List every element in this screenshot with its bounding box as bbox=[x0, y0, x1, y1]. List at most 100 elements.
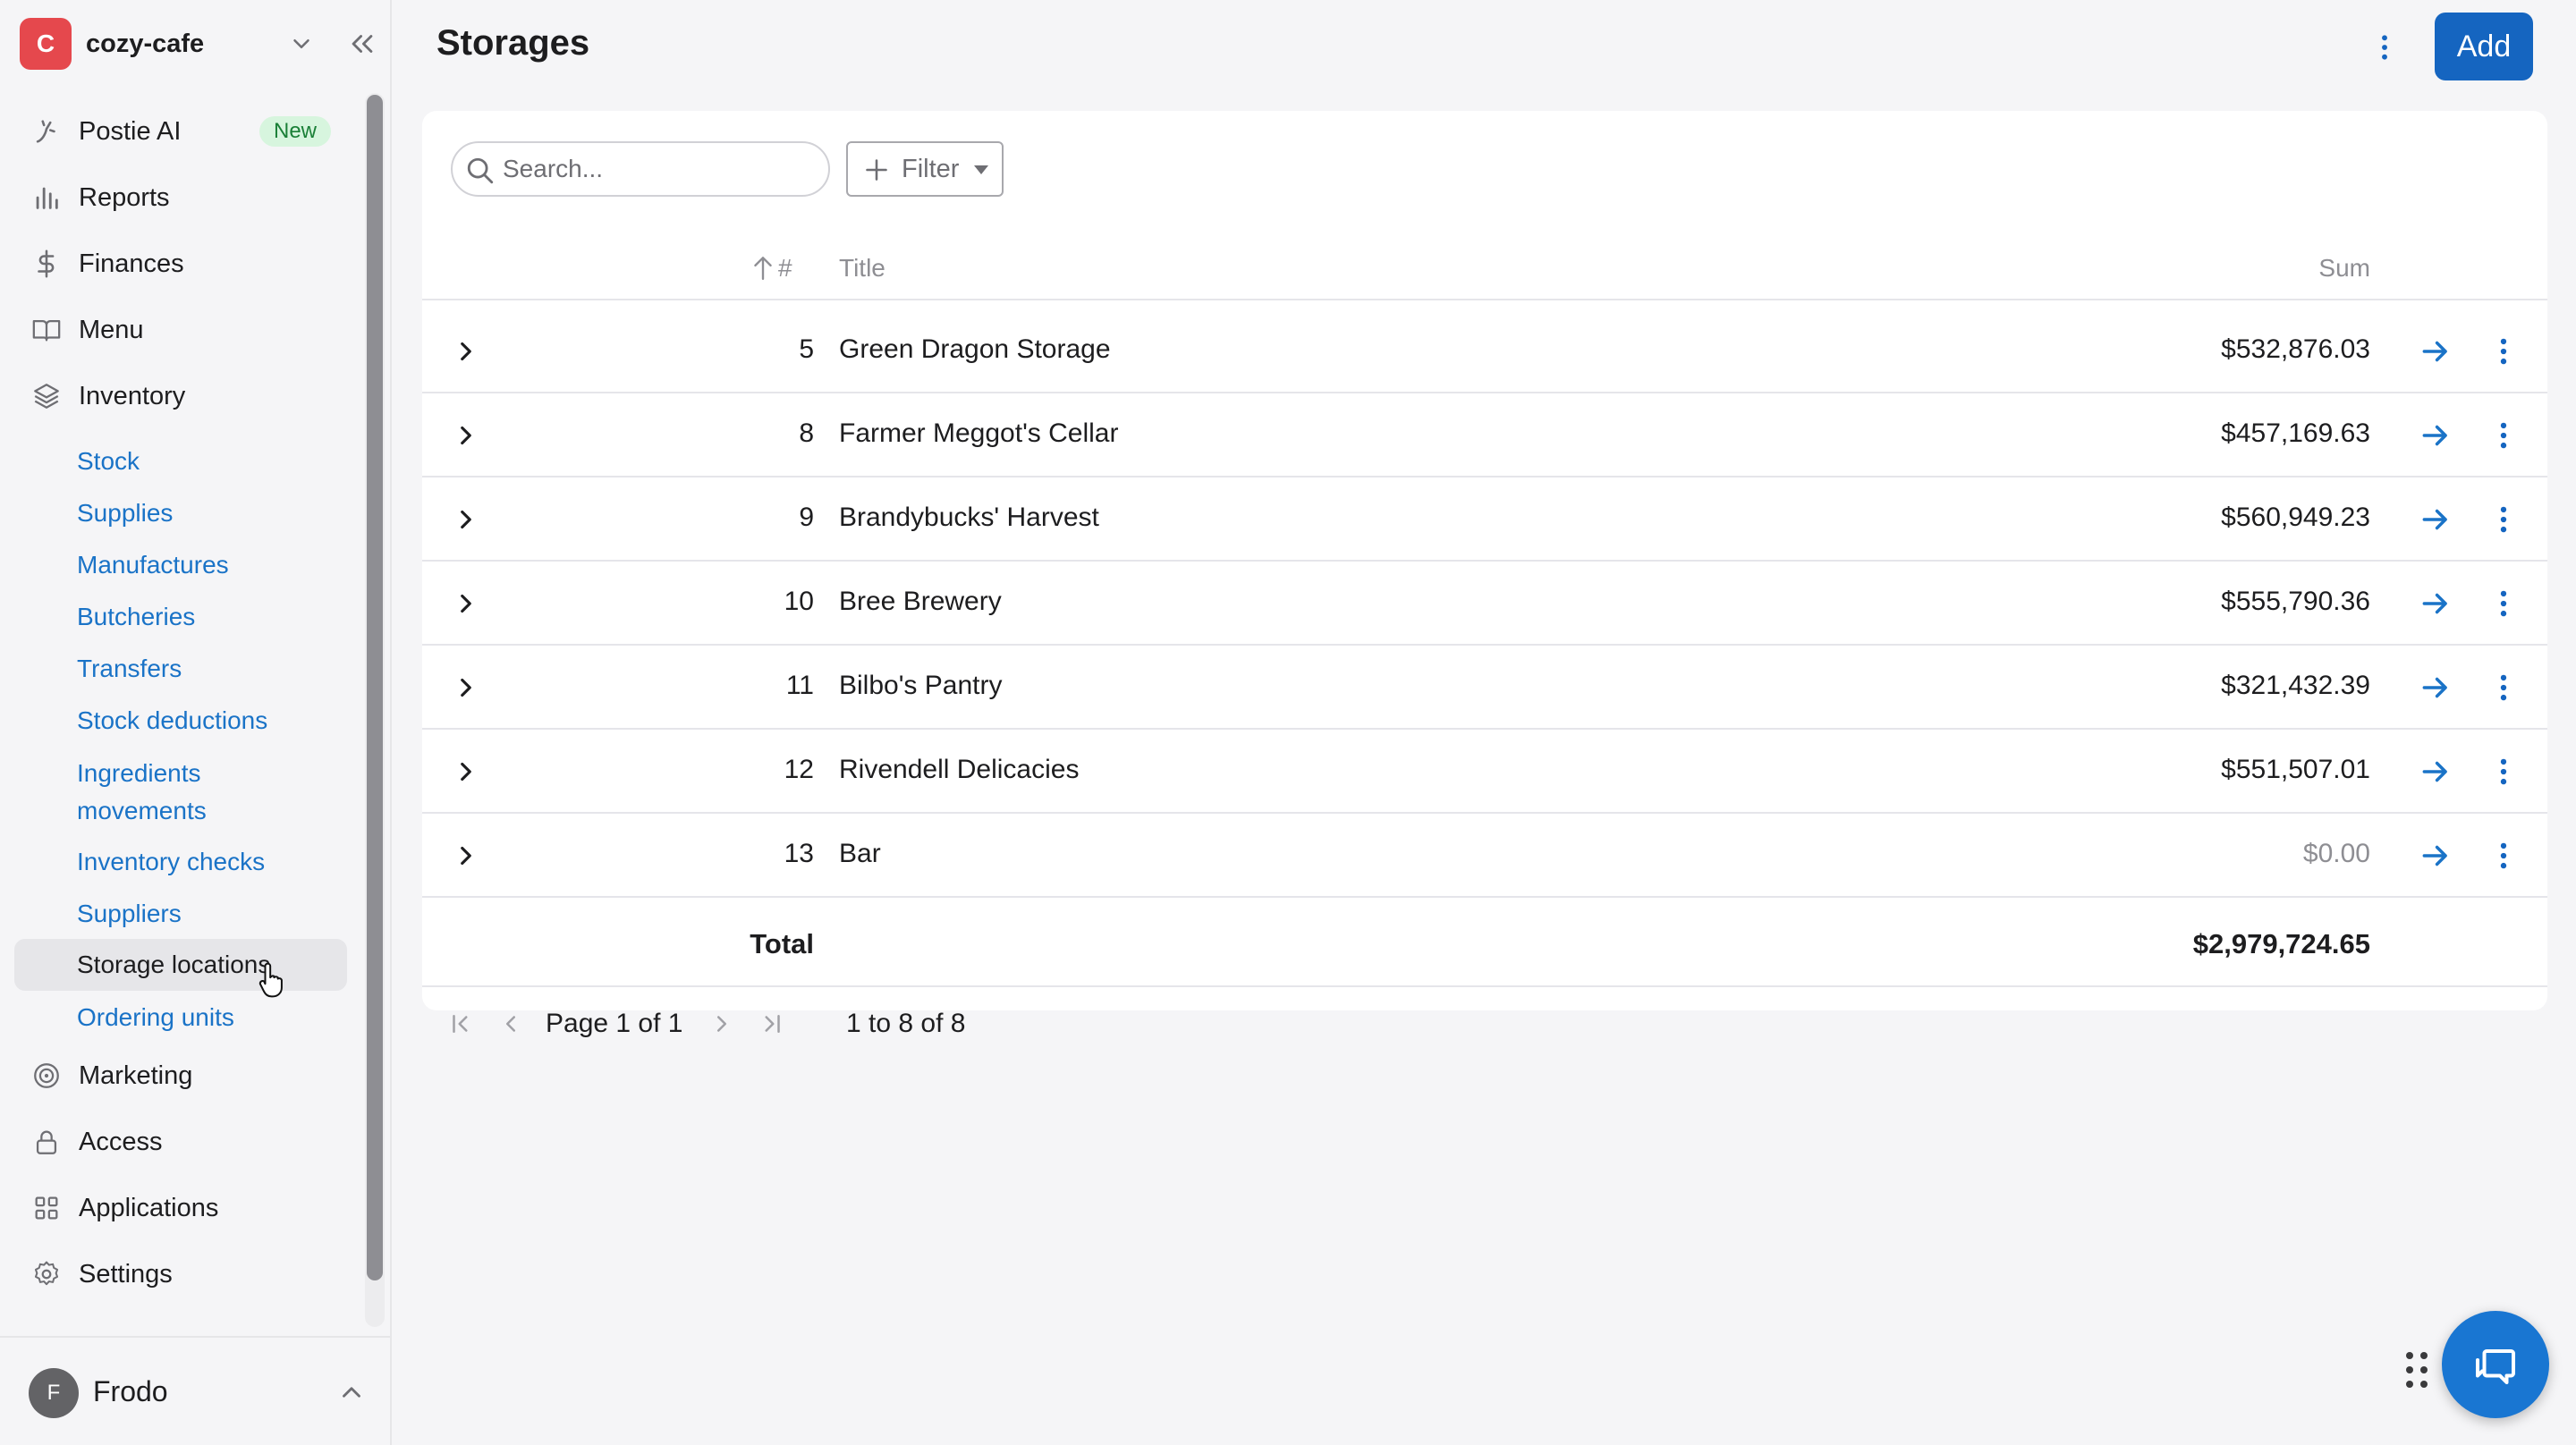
gear-icon bbox=[30, 1258, 63, 1290]
arrow-right-icon[interactable] bbox=[2419, 839, 2453, 873]
search-field[interactable] bbox=[451, 141, 830, 197]
chevron-right-icon[interactable] bbox=[451, 588, 481, 619]
row-sum: $551,507.01 bbox=[2221, 755, 2370, 784]
previous-page-icon[interactable] bbox=[497, 1010, 524, 1037]
lock-icon bbox=[30, 1126, 63, 1158]
filter-button[interactable]: Filter bbox=[846, 141, 1004, 197]
more-options-button[interactable] bbox=[2367, 25, 2402, 70]
sidebar-item-storage-locations[interactable]: Storage locations bbox=[14, 939, 347, 991]
chevron-right-icon[interactable] bbox=[451, 336, 481, 367]
table-row[interactable]: 11 Bilbo's Pantry $321,432.39 bbox=[422, 646, 2547, 730]
storages-table-card: Filter # Title Sum 5 Green Dragon Storage… bbox=[422, 111, 2547, 1010]
arrow-right-icon[interactable] bbox=[2419, 755, 2453, 789]
range-indicator: 1 to 8 of 8 bbox=[846, 1009, 966, 1038]
chevron-right-icon[interactable] bbox=[451, 672, 481, 703]
first-page-icon[interactable] bbox=[447, 1010, 474, 1037]
arrow-right-icon[interactable] bbox=[2419, 671, 2453, 705]
chevron-down-icon[interactable] bbox=[288, 30, 315, 57]
sidebar-item-stock[interactable]: Stock bbox=[14, 438, 347, 485]
nav-item-finances[interactable]: Finances bbox=[14, 238, 347, 290]
vertical-dots-icon[interactable] bbox=[2487, 587, 2521, 621]
user-menu[interactable]: F Frodo bbox=[0, 1336, 390, 1445]
arrow-right-icon[interactable] bbox=[2419, 418, 2453, 452]
nav-item-marketing[interactable]: Marketing bbox=[14, 1050, 347, 1102]
chevron-right-icon[interactable] bbox=[451, 756, 481, 787]
sidebar-item-suppliers[interactable]: Suppliers bbox=[14, 891, 347, 937]
table-row[interactable]: 13 Bar $0.00 bbox=[422, 814, 2547, 898]
sub-label: Butcheries bbox=[77, 603, 196, 630]
row-number: 12 bbox=[784, 755, 814, 784]
grid-icon bbox=[30, 1192, 63, 1224]
nav-item-applications[interactable]: Applications bbox=[14, 1182, 347, 1234]
nav-item-reports[interactable]: Reports bbox=[14, 172, 347, 224]
bar-chart-icon bbox=[30, 182, 63, 214]
nav-item-access[interactable]: Access bbox=[14, 1116, 347, 1168]
sidebar-item-ordering-units[interactable]: Ordering units bbox=[14, 994, 347, 1041]
table-row[interactable]: 5 Green Dragon Storage $532,876.03 bbox=[422, 309, 2547, 393]
table-total-row: Total $2,979,724.65 bbox=[422, 901, 2547, 987]
row-number: 8 bbox=[799, 418, 814, 448]
vertical-dots-icon[interactable] bbox=[2487, 334, 2521, 368]
column-header-num[interactable]: # bbox=[778, 254, 792, 283]
sidebar-item-manufactures[interactable]: Manufactures bbox=[14, 542, 347, 588]
collapse-sidebar-icon[interactable] bbox=[347, 29, 377, 59]
nav-item-settings[interactable]: Settings bbox=[14, 1248, 347, 1300]
table-row[interactable]: 10 Bree Brewery $555,790.36 bbox=[422, 562, 2547, 646]
chat-launcher-circle[interactable] bbox=[2442, 1311, 2549, 1418]
vertical-dots-icon[interactable] bbox=[2487, 755, 2521, 789]
vertical-dots-icon[interactable] bbox=[2487, 418, 2521, 452]
chat-launcher-button[interactable] bbox=[2442, 1311, 2576, 1418]
row-number: 9 bbox=[799, 503, 814, 532]
sub-label: Storage locations bbox=[77, 951, 271, 978]
org-switcher[interactable]: C cozy-cafe bbox=[20, 18, 377, 70]
total-label: Total bbox=[750, 928, 814, 959]
chevron-right-icon[interactable] bbox=[451, 504, 481, 535]
sort-ascending-icon[interactable] bbox=[751, 254, 775, 281]
sidebar-scrollbar-thumb[interactable] bbox=[367, 95, 383, 1280]
row-number: 5 bbox=[799, 334, 814, 364]
sidebar-item-supplies[interactable]: Supplies bbox=[14, 490, 347, 537]
sidebar-item-inventory-checks[interactable]: Inventory checks bbox=[14, 839, 347, 885]
arrow-right-icon[interactable] bbox=[2419, 587, 2453, 621]
nav-label: Reports bbox=[79, 182, 170, 212]
table-row[interactable]: 8 Farmer Meggot's Cellar $457,169.63 bbox=[422, 393, 2547, 477]
sparkle-icon bbox=[30, 115, 63, 148]
sub-label: Inventory checks bbox=[77, 848, 266, 875]
drag-handle-icon[interactable] bbox=[2404, 1350, 2429, 1390]
chevron-right-icon[interactable] bbox=[451, 420, 481, 451]
chevron-right-icon[interactable] bbox=[451, 841, 481, 871]
column-header-sum[interactable]: Sum bbox=[2211, 254, 2370, 283]
nav-label: Postie AI bbox=[79, 116, 182, 146]
vertical-dots-icon[interactable] bbox=[2487, 671, 2521, 705]
arrow-right-icon[interactable] bbox=[2419, 503, 2453, 537]
row-sum: $0.00 bbox=[2302, 839, 2370, 868]
search-input[interactable] bbox=[503, 150, 816, 188]
add-button[interactable]: Add bbox=[2435, 13, 2533, 80]
last-page-icon[interactable] bbox=[758, 1010, 785, 1037]
sidebar-item-stock-deductions[interactable]: Stock deductions bbox=[14, 697, 347, 744]
table-row[interactable]: 9 Brandybucks' Harvest $560,949.23 bbox=[422, 477, 2547, 562]
org-name: cozy-cafe bbox=[86, 29, 205, 58]
nav-label: Menu bbox=[79, 315, 144, 344]
nav-label: Applications bbox=[79, 1193, 219, 1222]
avatar: F bbox=[29, 1368, 79, 1418]
row-title: Bar bbox=[839, 839, 881, 868]
chevron-up-icon[interactable] bbox=[336, 1377, 367, 1407]
nav-item-postie-ai[interactable]: Postie AI New bbox=[14, 106, 347, 157]
column-header-title[interactable]: Title bbox=[839, 254, 886, 283]
nav-label: Inventory bbox=[79, 381, 186, 410]
nav-item-inventory[interactable]: Inventory bbox=[14, 370, 347, 422]
sidebar-item-ingredients-movements[interactable]: Ingredients movements bbox=[14, 753, 347, 835]
arrow-right-icon[interactable] bbox=[2419, 334, 2453, 368]
sidebar-item-butcheries[interactable]: Butcheries bbox=[14, 594, 347, 640]
vertical-dots-icon[interactable] bbox=[2487, 503, 2521, 537]
row-title: Rivendell Delicacies bbox=[839, 755, 1080, 784]
org-avatar: C bbox=[20, 18, 72, 70]
table-row[interactable]: 12 Rivendell Delicacies $551,507.01 bbox=[422, 730, 2547, 814]
vertical-dots-icon[interactable] bbox=[2487, 839, 2521, 873]
next-page-icon[interactable] bbox=[708, 1010, 735, 1037]
nav-item-menu[interactable]: Menu bbox=[14, 304, 347, 356]
sidebar-item-transfers[interactable]: Transfers bbox=[14, 646, 347, 692]
user-name: Frodo bbox=[93, 1375, 168, 1407]
nav-label: Settings bbox=[79, 1259, 173, 1289]
